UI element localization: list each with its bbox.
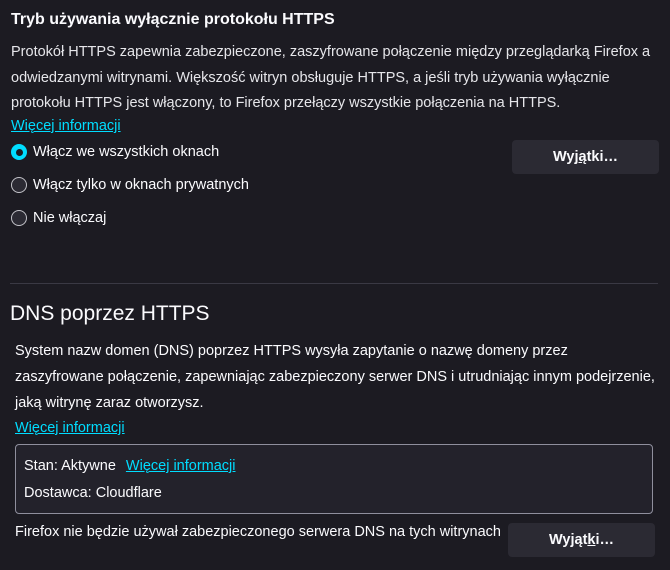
button-label-end: tki… [586,149,619,165]
dns-exceptions-button[interactable]: Wyjąt k i… [508,523,655,557]
https-only-description: Protokół HTTPS zapewnia zabezpieczone, z… [11,44,651,111]
dns-status-box: Stan: Aktywne Więcej informacji Dostawca… [15,444,653,514]
dns-learn-more-link[interactable]: Więcej informacji [15,420,125,436]
button-label-start: Wyjąt [548,532,588,548]
radio-unchecked-icon[interactable] [11,177,27,193]
button-accesskey: k [587,532,596,548]
https-only-heading: Tryb używania wyłącznie protokołu HTTPS [11,11,335,28]
dns-exceptions-note: Firefox nie będzie używał zabezpieczoneg… [15,524,501,540]
section-divider [10,283,658,284]
dns-status-text: Stan: Aktywne [24,458,116,474]
https-only-learn-more-link[interactable]: Więcej informacji [11,118,121,134]
radio-checked-icon[interactable] [11,144,27,160]
radio-option-disabled[interactable]: Nie włączaj [11,210,106,226]
radio-label: Nie włączaj [33,210,107,226]
radio-unchecked-icon[interactable] [11,210,27,226]
radio-label: Włącz tylko w oknach prywatnych [33,177,249,193]
radio-option-private-windows[interactable]: Włącz tylko w oknach prywatnych [11,177,249,193]
button-label-end: i… [595,532,615,548]
dns-status-learn-more-link[interactable]: Więcej informacji [126,458,236,474]
dns-provider-text: Dostawca: Cloudflare [24,485,162,501]
https-exceptions-button[interactable]: Wyj ą tki… [512,140,659,174]
radio-option-all-windows[interactable]: Włącz we wszystkich oknach [11,144,219,160]
button-accesskey: ą [578,149,587,165]
radio-label: Włącz we wszystkich oknach [33,144,220,160]
dns-over-https-description: System nazw domen (DNS) poprzez HTTPS wy… [15,343,655,411]
dns-over-https-heading: DNS poprzez HTTPS [10,302,210,325]
button-label-start: Wyj [552,149,579,165]
